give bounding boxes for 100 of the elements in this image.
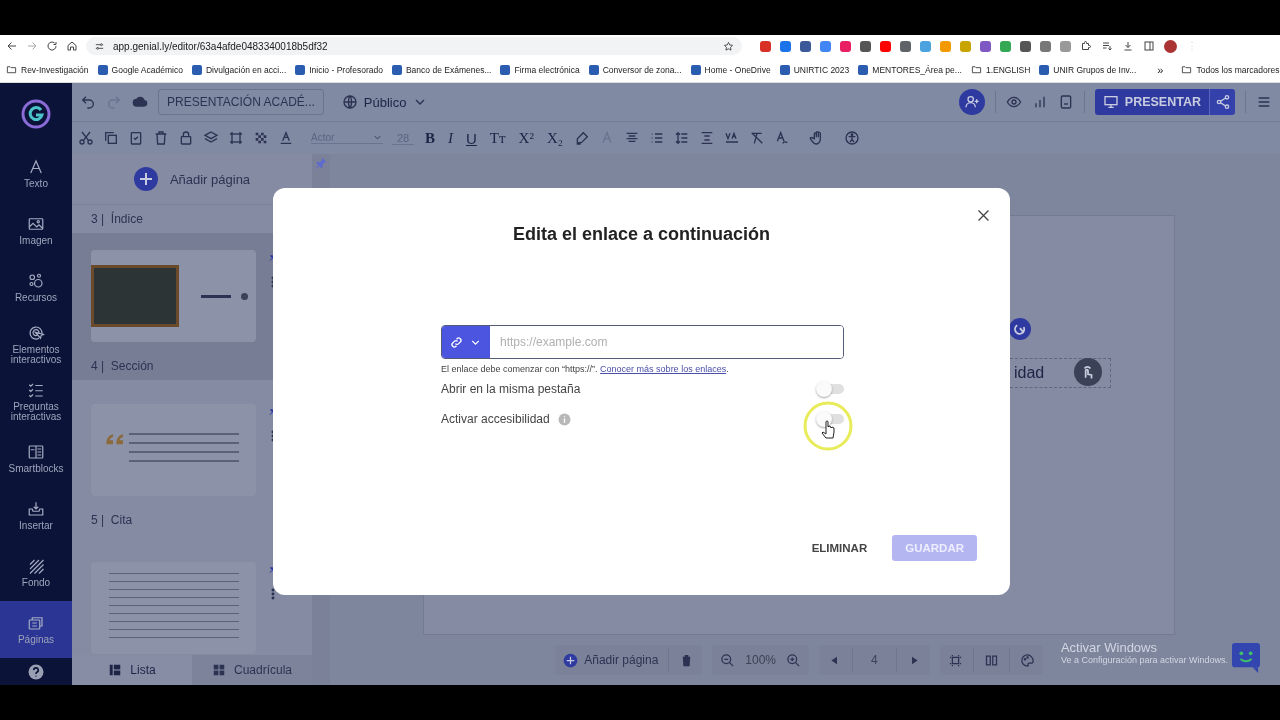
sidebar-item[interactable]: Imagen — [0, 202, 72, 259]
format-button[interactable]: Tт — [487, 129, 508, 147]
menu-icon[interactable] — [1256, 94, 1272, 110]
title-field[interactable]: PRESENTACIÓN ACADÉ... — [158, 89, 324, 115]
logo-icon[interactable] — [20, 98, 52, 130]
bookmark-link[interactable]: Banco de Exámenes... — [405, 64, 492, 75]
copy-icon[interactable] — [103, 130, 119, 146]
bookmark-link[interactable]: Conversor de zona... — [602, 64, 682, 75]
zoom-in-icon[interactable] — [786, 652, 802, 668]
extension-icon[interactable] — [880, 40, 891, 52]
help-icon[interactable] — [27, 662, 45, 681]
sidebar-item[interactable]: Texto — [0, 145, 72, 202]
side-panel-icon[interactable] — [1143, 40, 1155, 52]
bookmark-link[interactable]: UNIRTIC 2023 — [793, 64, 850, 75]
list-icon[interactable] — [1101, 40, 1113, 52]
puzzle-icon[interactable] — [1080, 40, 1092, 52]
page-thumbnail[interactable] — [91, 404, 256, 496]
star-icon[interactable] — [723, 40, 734, 52]
sidebar-item[interactable]: Fondo — [0, 544, 72, 601]
sidebar-item[interactable]: Elementos interactivos — [0, 316, 72, 373]
sidebar-item[interactable]: Recursos — [0, 259, 72, 316]
back-icon[interactable] — [6, 40, 18, 52]
cursor-highlight-icon — [802, 400, 854, 452]
page-title[interactable]: 5 | Cita — [91, 513, 133, 527]
accessibility-icon[interactable] — [844, 130, 860, 146]
toggle-switch[interactable] — [818, 384, 844, 394]
extension-icon[interactable] — [780, 40, 791, 52]
checker-icon[interactable] — [253, 130, 269, 146]
site-settings-icon[interactable] — [94, 40, 105, 52]
bookmark-link[interactable]: 1.ENGLISH — [985, 64, 1031, 75]
address-bar[interactable]: app.genial.ly/editor/63a4afde0483340018b5df32 — [86, 37, 742, 55]
lock-icon[interactable] — [178, 130, 194, 146]
extension-icon[interactable] — [1040, 40, 1051, 52]
toggle-switch[interactable] — [818, 414, 844, 424]
fit-icon[interactable] — [947, 652, 963, 668]
folder-icon — [970, 64, 982, 75]
marker-icon[interactable] — [574, 130, 590, 146]
interaction-icon[interactable] — [1009, 318, 1031, 340]
sidebar-item[interactable]: Smartblocks — [0, 430, 72, 487]
present-button[interactable]: PRESENTAR — [1094, 89, 1209, 115]
download-icon[interactable] — [1122, 40, 1134, 52]
visibility-dropdown[interactable]: Público — [341, 94, 429, 110]
trash-icon[interactable] — [153, 130, 169, 146]
bookmark-link[interactable]: Todos los marcadores — [1196, 64, 1280, 75]
extension-icon[interactable] — [860, 40, 871, 52]
home-icon[interactable] — [66, 40, 78, 52]
extension-icon[interactable] — [900, 40, 911, 52]
format-button[interactable]: B — [423, 129, 437, 147]
palette-icon[interactable] — [1019, 652, 1035, 668]
scissors-icon[interactable] — [78, 130, 94, 146]
format-button[interactable]: X² — [516, 129, 536, 147]
page-thumbnail[interactable] — [91, 562, 256, 654]
forward-icon[interactable] — [26, 40, 38, 52]
bookmark-link[interactable]: UNIR Grupos de Inv... — [1053, 64, 1137, 75]
format-button[interactable]: U — [464, 129, 479, 147]
extension-icon[interactable] — [980, 40, 991, 52]
spacing-icon[interactable] — [699, 130, 715, 146]
sidebar-item[interactable]: Páginas — [0, 601, 72, 658]
columns-icon[interactable] — [983, 652, 999, 668]
page-title[interactable]: 3 | Índice — [91, 212, 143, 226]
page-thumbnail[interactable] — [91, 250, 256, 342]
zoom-out-icon[interactable] — [720, 652, 736, 668]
share-button[interactable] — [1209, 89, 1235, 115]
bookmark-link[interactable]: Rev-Investigación — [21, 64, 89, 75]
bookmark-link[interactable]: Inicio - Profesorado — [309, 64, 383, 75]
bookmark-link[interactable]: Divulgación en acci... — [205, 64, 287, 75]
url-field[interactable]: https://example.com — [441, 325, 844, 359]
link-type-dropdown[interactable] — [442, 326, 490, 358]
bookmark-link[interactable]: Google Académico — [111, 64, 183, 75]
bookmark-link[interactable]: MENTORES_Área pe... — [872, 64, 962, 75]
format-button[interactable]: I — [446, 129, 455, 147]
sidebar-item[interactable]: Insertar — [0, 487, 72, 544]
bookmark-link[interactable]: Home - OneDrive — [704, 64, 771, 75]
eye-icon[interactable] — [1005, 94, 1022, 110]
extension-icon[interactable] — [760, 40, 771, 52]
clipboard-icon[interactable] — [128, 130, 144, 146]
frame-icon[interactable] — [228, 130, 244, 146]
extension-icon[interactable] — [840, 40, 851, 52]
extension-icon[interactable] — [820, 40, 831, 52]
font-style-icon[interactable] — [774, 130, 790, 146]
extension-icon[interactable] — [800, 40, 811, 52]
format-button[interactable]: X₂ — [544, 129, 565, 147]
line-height-icon[interactable] — [674, 130, 690, 146]
reload-icon[interactable] — [46, 40, 58, 52]
tap-icon[interactable] — [1074, 358, 1102, 386]
chat-bot-icon[interactable] — [1232, 643, 1260, 673]
delete-button[interactable]: ELIMINAR — [798, 535, 881, 561]
undo-icon[interactable] — [80, 94, 96, 110]
add-page-button[interactable]: Añadir página — [127, 166, 257, 192]
profile-avatar[interactable] — [1164, 39, 1177, 53]
extension-icon[interactable] — [1020, 40, 1031, 52]
bookmark-link[interactable]: Firma electrónica — [514, 64, 580, 75]
clear-format-icon[interactable] — [749, 130, 765, 146]
more-bookmarks-button[interactable]: » — [1157, 63, 1164, 76]
sidebar-item[interactable]: Preguntas interactivas — [0, 373, 72, 430]
kerning-icon[interactable] — [724, 130, 740, 146]
text-color-icon[interactable] — [278, 130, 294, 146]
info-icon[interactable] — [557, 412, 571, 426]
invite-button[interactable] — [958, 89, 985, 115]
more-icon[interactable] — [271, 588, 275, 600]
